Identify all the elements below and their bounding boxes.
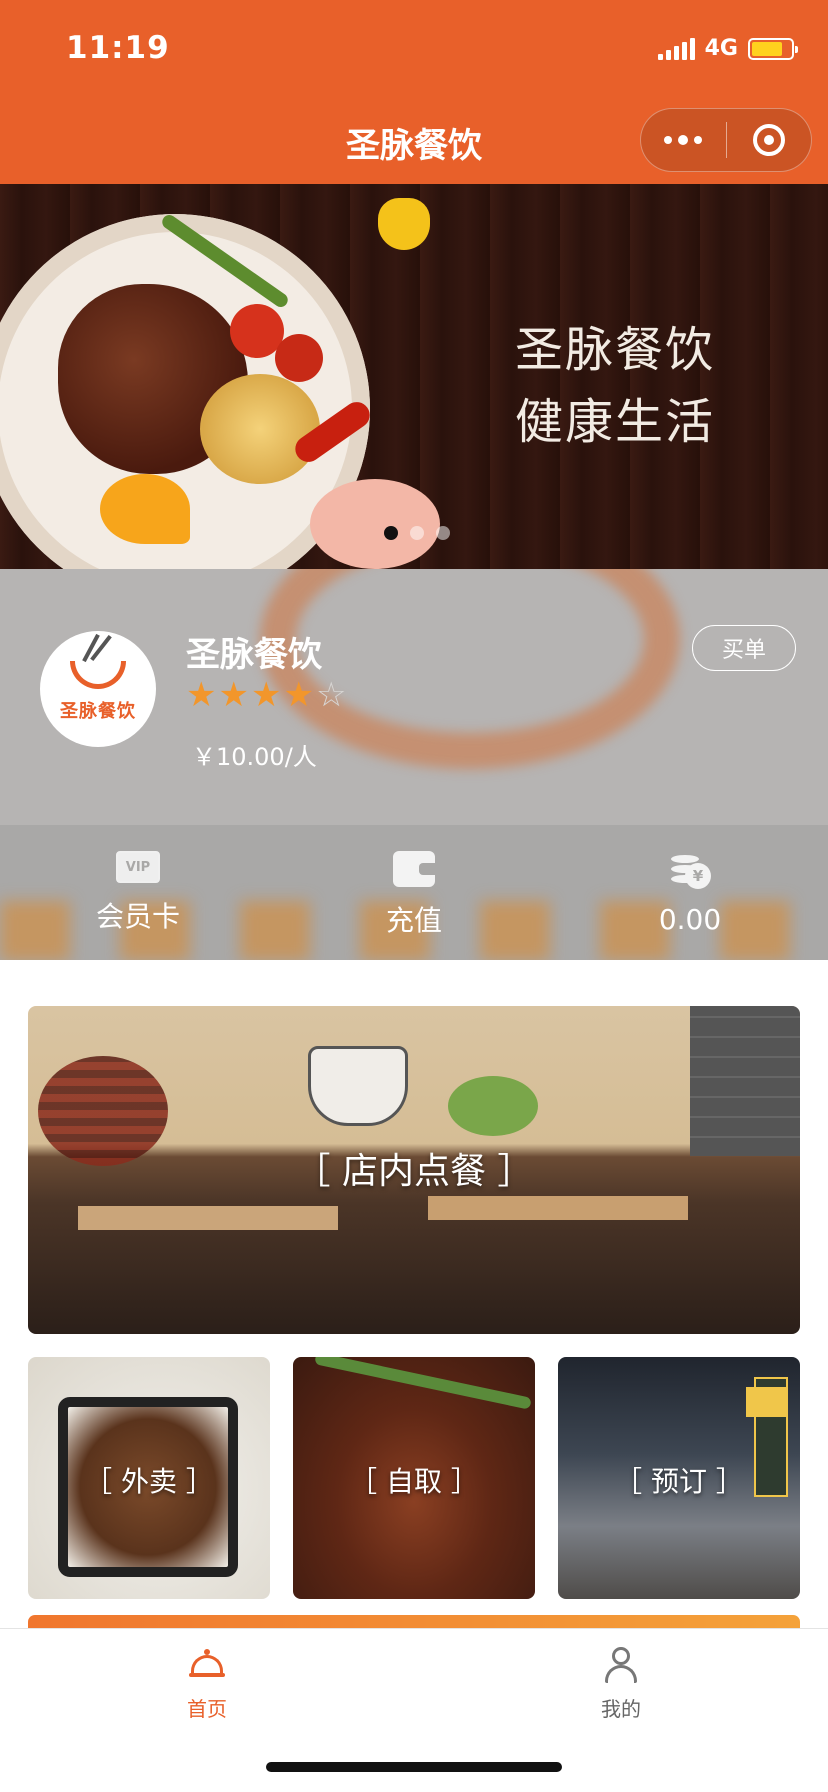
mural-pot <box>308 1046 408 1126</box>
dining-hall-flag <box>746 1387 786 1417</box>
star-filled-icon: ★ <box>283 675 314 715</box>
banner-line-2: 健康生活 <box>515 394 716 450</box>
member-card-entry[interactable]: VIP 会员卡 <box>0 825 276 960</box>
banner-tomato <box>275 334 323 382</box>
miniprogram-capsule <box>640 108 812 172</box>
steak-garnish-image <box>314 1357 532 1410</box>
status-indicators: 4G <box>657 36 798 61</box>
member-card-label: 会员卡 <box>95 900 180 933</box>
tab-home-label: 首页 <box>187 1697 227 1721</box>
pay-bill-button[interactable]: 买单 <box>692 625 796 671</box>
banner-orange <box>100 474 190 544</box>
banner-pasta <box>200 374 320 484</box>
logo-text: 圣脉餐饮 <box>60 701 136 722</box>
banner-slogan: 圣脉餐饮 健康生活 <box>515 314 715 458</box>
top-bar: 11:19 4G 圣脉餐饮 <box>0 0 828 184</box>
promo-banner-edge[interactable] <box>28 1615 800 1629</box>
balance-entry[interactable]: ¥ 0.00 <box>552 825 828 960</box>
star-filled-icon: ★ <box>186 675 217 715</box>
home-indicator[interactable] <box>266 1762 562 1772</box>
network-type: 4G <box>704 36 738 61</box>
battery-icon <box>748 37 798 60</box>
vip-card-icon: VIP <box>116 851 160 883</box>
reservation-label: ［ 预订 ］ <box>614 1465 744 1498</box>
cloche-icon <box>189 1647 225 1683</box>
carousel-dot[interactable] <box>384 526 398 540</box>
reservation-card[interactable]: ［ 预订 ］ <box>558 1357 800 1599</box>
carousel-dot[interactable] <box>436 526 450 540</box>
banner-chicken <box>310 479 440 569</box>
carousel-indicator <box>384 526 450 540</box>
brick-wall <box>690 1006 800 1156</box>
dine-in-label: ［ 店内点餐 ］ <box>294 1151 534 1192</box>
banner-line-1: 圣脉餐饮 <box>515 322 716 378</box>
store-logo: 圣脉餐饮 <box>40 631 156 747</box>
store-info: 圣脉餐饮 圣脉餐饮 ★ ★ ★ ★ ☆ ￥10.00/人 买单 <box>0 569 828 825</box>
signal-icon <box>657 37 695 60</box>
mural-vegetables <box>448 1076 538 1136</box>
carousel-dot[interactable] <box>410 526 424 540</box>
star-filled-icon: ★ <box>218 675 249 715</box>
store-rating: ★ ★ ★ ★ ☆ <box>186 677 346 713</box>
banner-carousel[interactable]: 圣脉餐饮 健康生活 <box>0 184 828 569</box>
recharge-label: 充值 <box>385 904 442 937</box>
tab-mine-label: 我的 <box>601 1697 641 1721</box>
coins-icon: ¥ <box>669 851 711 891</box>
delivery-label: ［ 外卖 ］ <box>84 1465 214 1498</box>
person-icon <box>603 1647 639 1683</box>
star-filled-icon: ★ <box>250 675 282 715</box>
pickup-label: ［ 自取 ］ <box>349 1465 479 1498</box>
star-empty-icon: ☆ <box>315 675 347 715</box>
status-time: 11:19 <box>66 30 170 66</box>
price-per-person: ￥10.00/人 <box>192 743 317 771</box>
restaurant-table <box>428 1196 688 1220</box>
wallet-icon <box>393 851 435 887</box>
store-background <box>260 569 680 769</box>
delivery-card[interactable]: ［ 外卖 ］ <box>28 1357 270 1599</box>
bowl-icon <box>70 661 126 689</box>
dine-in-card[interactable]: ［ 店内点餐 ］ <box>28 1006 800 1334</box>
store-name: 圣脉餐饮 <box>186 635 322 675</box>
restaurant-table <box>78 1206 338 1230</box>
recharge-entry[interactable]: 充值 <box>276 825 552 960</box>
pickup-card[interactable]: ［ 自取 ］ <box>293 1357 535 1599</box>
more-options-button[interactable] <box>641 108 726 172</box>
balance-value: 0.00 <box>658 903 722 936</box>
account-stats: VIP 会员卡 充值 ¥ 0.00 <box>0 825 828 960</box>
close-miniprogram-button[interactable] <box>727 108 812 172</box>
banner-pepper <box>378 198 430 250</box>
